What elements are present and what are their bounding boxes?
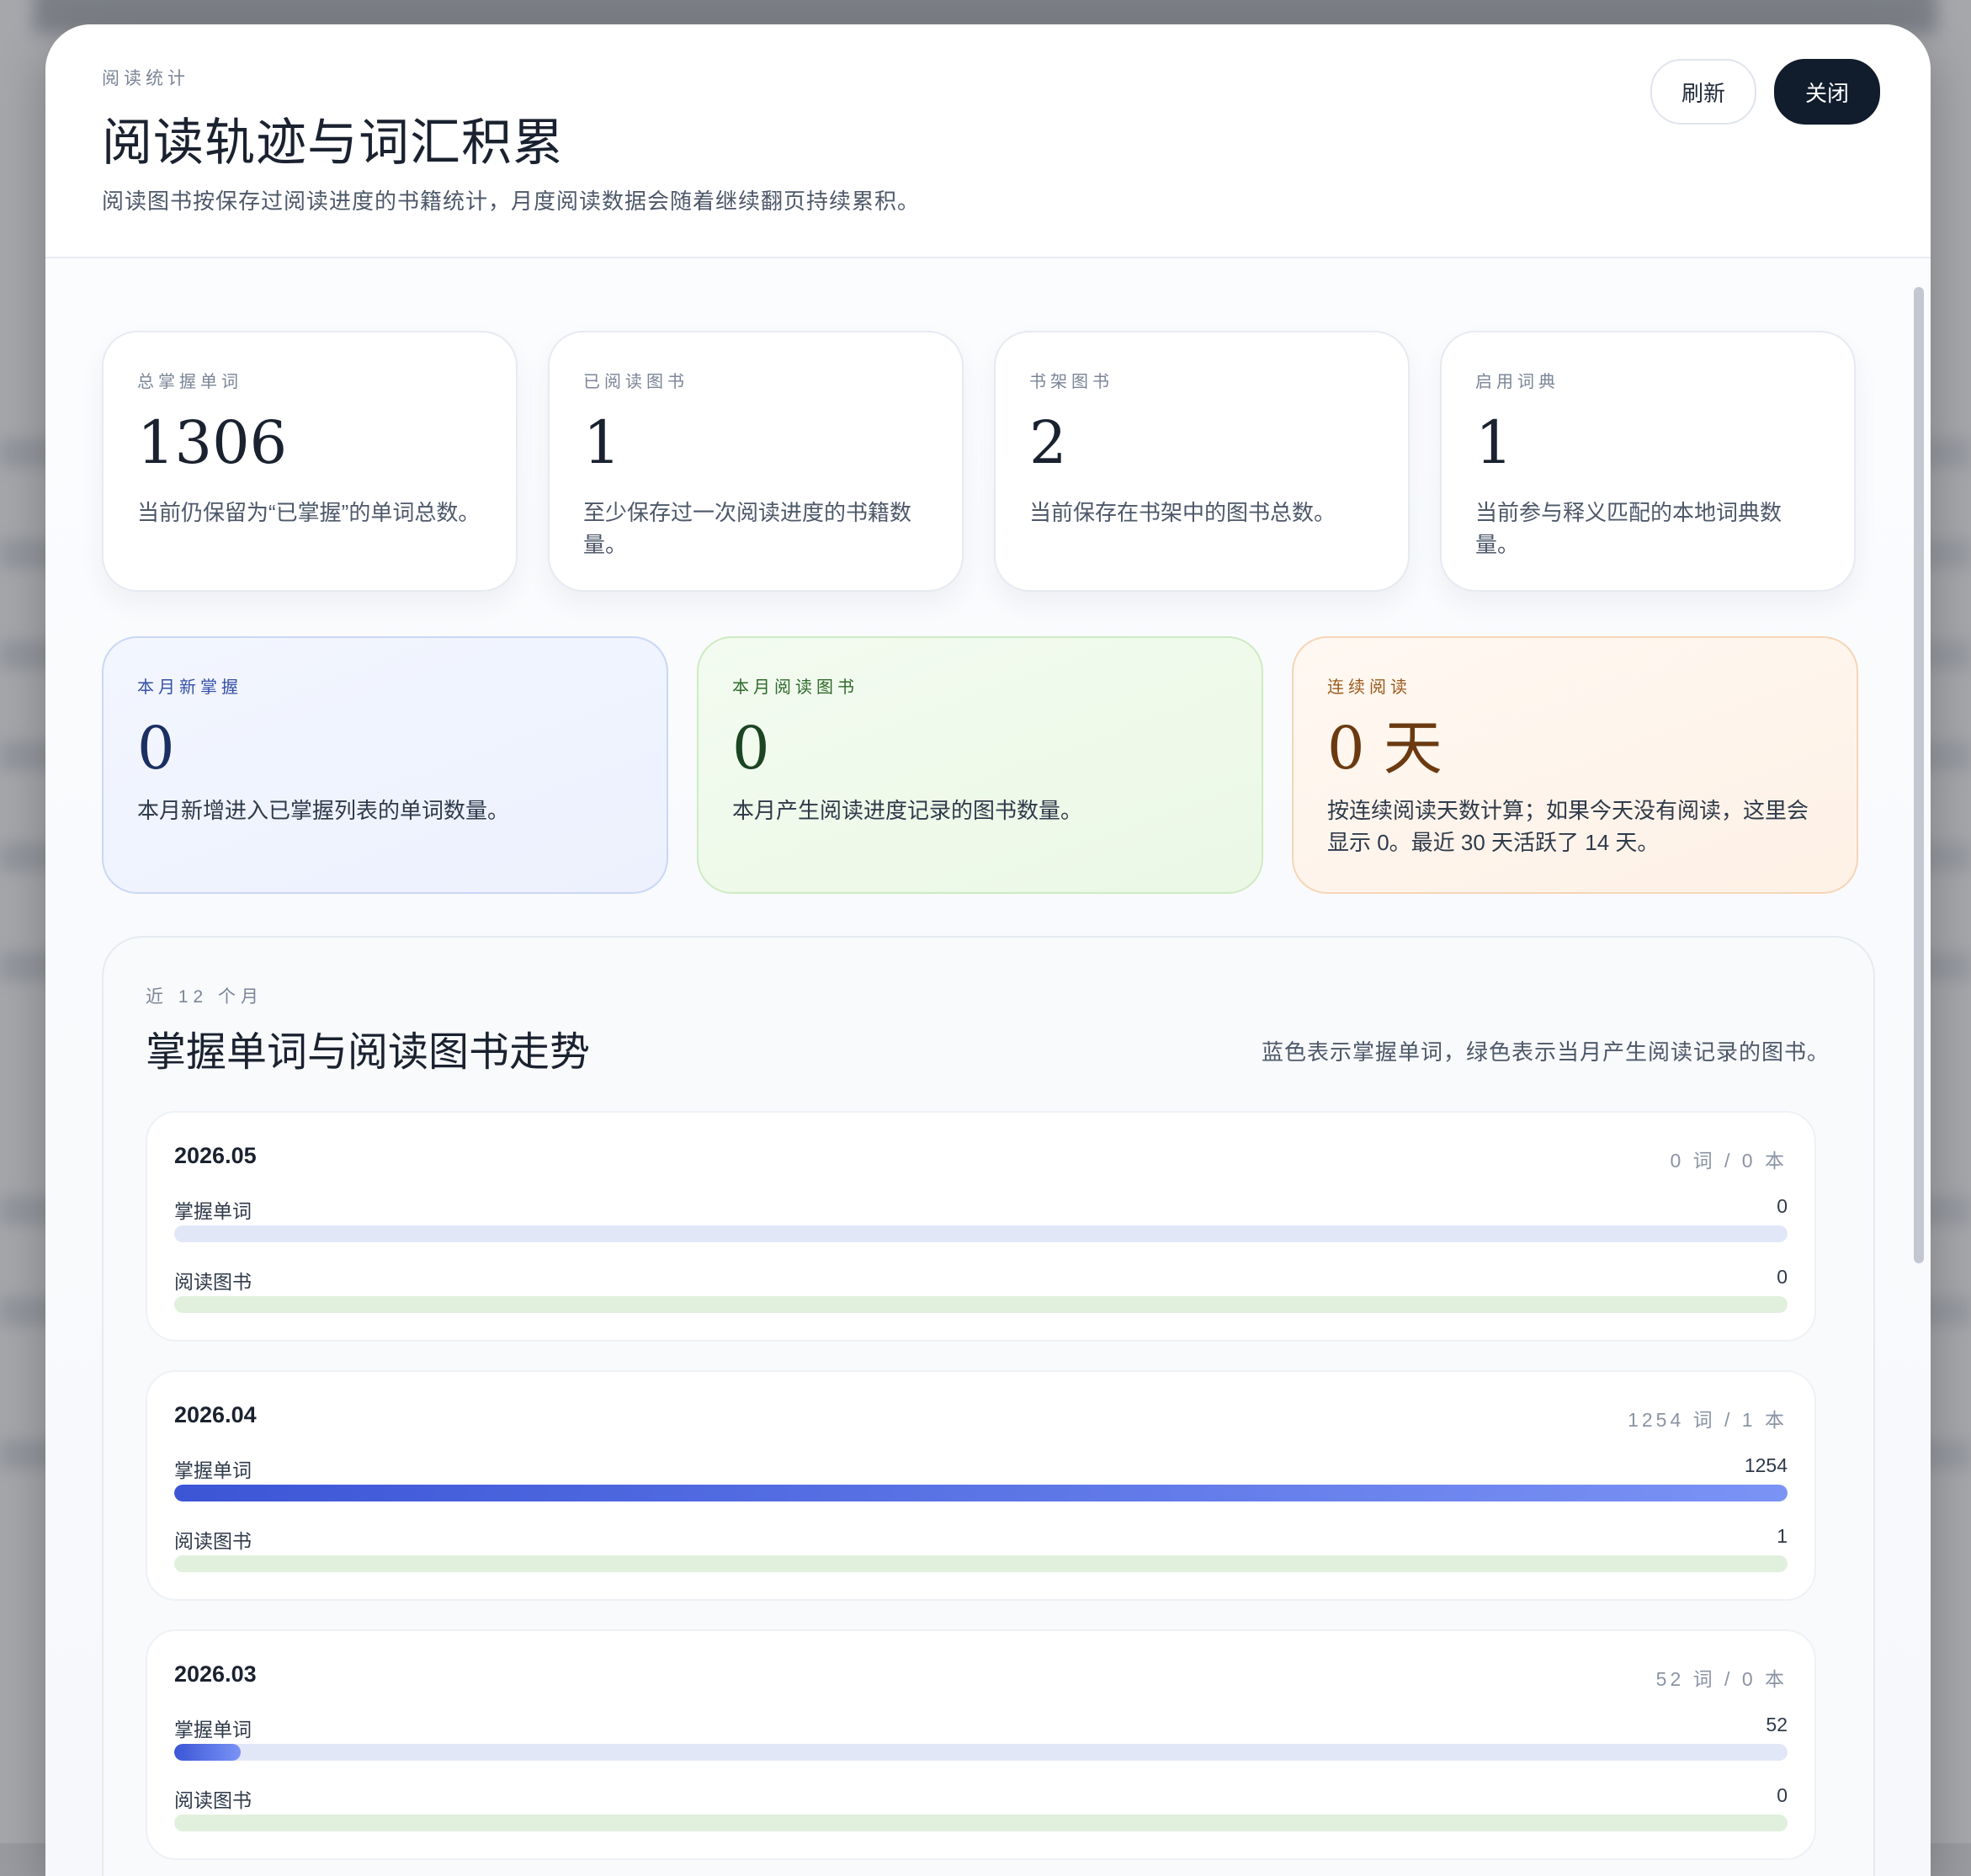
scrollbar-thumb[interactable]	[1914, 287, 1924, 1263]
words-bar-fill	[174, 1744, 242, 1761]
books-label: 阅读图书	[174, 1271, 252, 1293]
words-label: 掌握单词	[174, 1719, 252, 1740]
monthly-description: 本月新增进入已掌握列表的单词数量。	[137, 798, 510, 823]
stat-label: 总掌握单词	[137, 373, 242, 391]
monthly-description: 按连续阅读天数计算；如果今天没有阅读，这里会显示 0。最近 30 天活跃了 14…	[1327, 798, 1809, 855]
stat-description: 至少保存过一次阅读进度的书籍数量。	[583, 500, 912, 557]
trend-month-row: 2026.04 1254 词 / 1 本掌握单词 1254 阅读图书 1	[146, 1370, 1816, 1601]
modal-eyebrow: 阅读统计	[102, 69, 189, 88]
trend-panel: 近 12 个月 掌握单词与阅读图书走势 蓝色表示掌握单词，绿色表示当月产生阅读记…	[102, 936, 1875, 1876]
monthly-label: 连续阅读	[1327, 678, 1411, 697]
stat-description: 当前仍保留为“已掌握”的单词总数。	[137, 500, 481, 525]
row-month: 2026.03	[174, 1661, 257, 1687]
words-value: 52	[1766, 1714, 1788, 1735]
trend-legend-note: 蓝色表示掌握单词，绿色表示当月产生阅读记录的图书。	[1261, 1039, 1830, 1065]
trend-title: 掌握单词与阅读图书走势	[146, 1028, 591, 1076]
trend-month-row: 2026.05 0 词 / 0 本掌握单词 0 阅读图书 0	[146, 1111, 1816, 1342]
words-label: 掌握单词	[174, 1200, 252, 1222]
stat-label: 已阅读图书	[583, 373, 688, 391]
row-summary: 0 词 / 0 本	[1670, 1150, 1788, 1172]
trend-eyebrow: 近 12 个月	[146, 987, 264, 1007]
stat-description: 当前保存在书架中的图书总数。	[1029, 500, 1336, 525]
words-bar-track	[174, 1485, 1788, 1501]
words-value: 0	[1777, 1195, 1788, 1217]
monthly-card-books-read: 本月阅读图书 0 本月产生阅读进度记录的图书数量。	[697, 636, 1263, 894]
modal-body: 总掌握单词 1306 当前仍保留为“已掌握”的单词总数。 已阅读图书 1 至少保…	[45, 258, 1931, 1876]
stat-value: 2	[1029, 408, 1067, 477]
stat-card-dictionaries: 启用词典 1 当前参与释义匹配的本地词典数量。	[1440, 331, 1856, 592]
words-bar-track	[174, 1744, 1788, 1761]
stat-label: 启用词典	[1475, 373, 1559, 391]
modal-title: 阅读轨迹与词汇积累	[102, 114, 564, 173]
monthly-label: 本月阅读图书	[732, 678, 858, 697]
books-bar-track	[174, 1296, 1788, 1313]
words-label: 掌握单词	[174, 1459, 252, 1481]
reading-stats-modal: 阅读统计 阅读轨迹与词汇积累 阅读图书按保存过阅读进度的书籍统计，月度阅读数据会…	[45, 24, 1931, 1876]
row-summary: 52 词 / 0 本	[1655, 1668, 1788, 1690]
monthly-description: 本月产生阅读进度记录的图书数量。	[732, 798, 1083, 823]
books-value: 0	[1777, 1266, 1788, 1288]
stat-value: 1	[1475, 408, 1513, 477]
monthly-value: 0	[137, 714, 175, 783]
stat-card-shelf-books: 书架图书 2 当前保存在书架中的图书总数。	[994, 331, 1410, 592]
trend-month-row: 2026.03 52 词 / 0 本掌握单词 52 阅读图书 0	[146, 1629, 1816, 1860]
stat-value: 1306	[137, 408, 288, 477]
stat-label: 书架图书	[1029, 373, 1113, 391]
row-month: 2026.04	[174, 1402, 257, 1427]
row-summary: 1254 词 / 1 本	[1628, 1409, 1788, 1431]
words-value: 1254	[1744, 1454, 1788, 1476]
stat-value: 1	[583, 408, 621, 477]
monthly-value: 0	[732, 714, 770, 783]
close-button[interactable]: 关闭	[1774, 59, 1880, 125]
stat-card-books-read: 已阅读图书 1 至少保存过一次阅读进度的书籍数量。	[548, 331, 964, 592]
books-value: 0	[1777, 1784, 1788, 1806]
refresh-button[interactable]: 刷新	[1650, 59, 1756, 125]
monthly-label: 本月新掌握	[137, 678, 242, 697]
modal-header: 阅读统计 阅读轨迹与词汇积累 阅读图书按保存过阅读进度的书籍统计，月度阅读数据会…	[45, 24, 1931, 258]
monthly-card-new-mastered: 本月新掌握 0 本月新增进入已掌握列表的单词数量。	[102, 636, 668, 894]
words-bar-track	[174, 1225, 1788, 1242]
monthly-value: 0 天	[1327, 714, 1442, 783]
monthly-card-streak: 连续阅读 0 天 按连续阅读天数计算；如果今天没有阅读，这里会显示 0。最近 3…	[1292, 636, 1858, 894]
stat-description: 当前参与释义匹配的本地词典数量。	[1475, 500, 1782, 557]
books-label: 阅读图书	[174, 1530, 252, 1552]
books-bar-track	[174, 1815, 1788, 1831]
modal-description: 阅读图书按保存过阅读进度的书籍统计，月度阅读数据会随着继续翻页持续累积。	[102, 189, 921, 214]
books-label: 阅读图书	[174, 1789, 252, 1811]
books-bar-track	[174, 1555, 1788, 1572]
books-value: 1	[1777, 1525, 1788, 1547]
words-bar-fill	[174, 1485, 1788, 1501]
row-month: 2026.05	[174, 1143, 257, 1168]
stat-card-mastered-words: 总掌握单词 1306 当前仍保留为“已掌握”的单词总数。	[102, 331, 518, 592]
